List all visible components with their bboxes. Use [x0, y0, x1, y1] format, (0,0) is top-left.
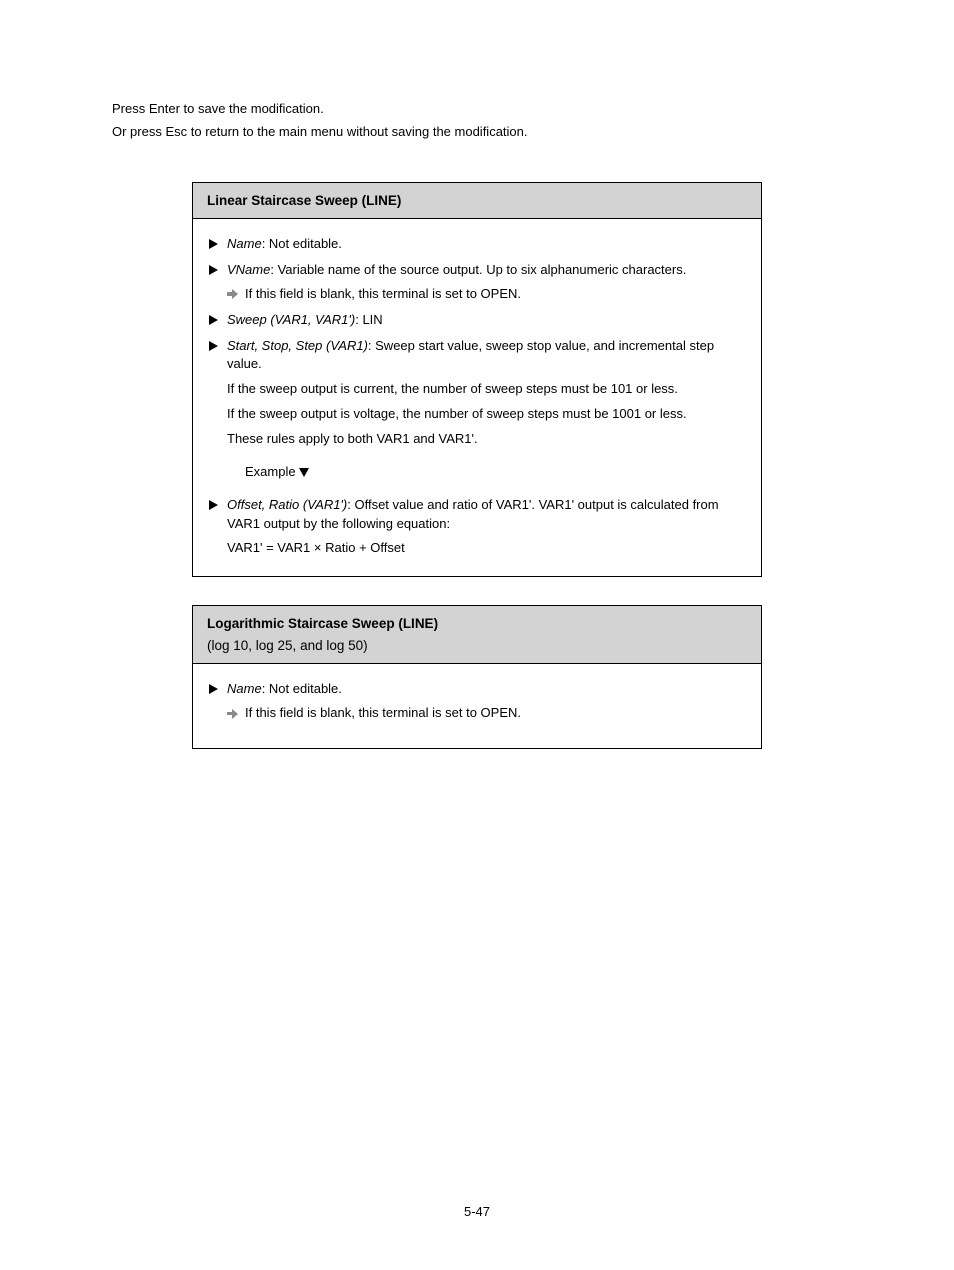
box-header: Logarithmic Staircase Sweep (LINE) (log … — [193, 606, 761, 664]
list-item: Name: Not editable. — [209, 235, 745, 255]
paragraph: These rules apply to both VAR1 and VAR1'… — [227, 430, 745, 449]
list-subitem: If this field is blank, this terminal is… — [227, 704, 745, 724]
arrow-right-icon — [227, 286, 245, 305]
box-title: Linear Staircase Sweep (LINE) — [207, 193, 401, 208]
hyperlink-current[interactable]: current — [353, 381, 393, 396]
list-item: Name: Not editable. — [209, 680, 745, 700]
triangle-down-icon — [299, 468, 309, 477]
equation: VAR1' = VAR1 × Ratio + Offset — [227, 539, 745, 558]
example-heading: Example — [245, 463, 745, 482]
triangle-right-icon — [209, 338, 227, 357]
list-item: Start, Stop, Step (VAR1): Sweep start va… — [209, 337, 745, 375]
paragraph: If the sweep output is current, the numb… — [227, 380, 745, 399]
triangle-right-icon — [209, 262, 227, 281]
arrow-right-icon — [227, 705, 245, 724]
box-body: Name: Not editable. If this field is bla… — [193, 664, 761, 748]
intro-line-2: Or press Esc to return to the main menu … — [90, 123, 864, 142]
box-subtitle: (log 10, log 25, and log 50) — [207, 636, 747, 656]
intro-line-1: Press Enter to save the modification. — [90, 100, 864, 119]
box-log-staircase: Logarithmic Staircase Sweep (LINE) (log … — [192, 605, 762, 749]
box-linear-staircase: Linear Staircase Sweep (LINE) Name: Not … — [192, 182, 762, 578]
enter-button-label: Enter — [149, 101, 180, 116]
box-header: Linear Staircase Sweep (LINE) — [193, 183, 761, 220]
hyperlink-voltage[interactable]: voltage — [353, 406, 395, 421]
list-subitem: If this field is blank, this terminal is… — [227, 285, 745, 305]
box-title: Logarithmic Staircase Sweep (LINE) — [207, 616, 438, 631]
intro-block: Press Enter to save the modification. Or… — [90, 100, 864, 142]
esc-button-label: Esc — [165, 124, 187, 139]
list-item: Sweep (VAR1, VAR1'): LIN — [209, 311, 745, 331]
triangle-right-icon — [209, 236, 227, 255]
page-number: 5-47 — [0, 1203, 954, 1222]
list-item: VName: Variable name of the source outpu… — [209, 261, 745, 281]
triangle-right-icon — [209, 497, 227, 516]
list-item: Offset, Ratio (VAR1'): Offset value and … — [209, 496, 745, 534]
triangle-right-icon — [209, 681, 227, 700]
paragraph: If the sweep output is voltage, the numb… — [227, 405, 745, 424]
box-body: Name: Not editable. VName: Variable name… — [193, 219, 761, 576]
triangle-right-icon — [209, 312, 227, 331]
